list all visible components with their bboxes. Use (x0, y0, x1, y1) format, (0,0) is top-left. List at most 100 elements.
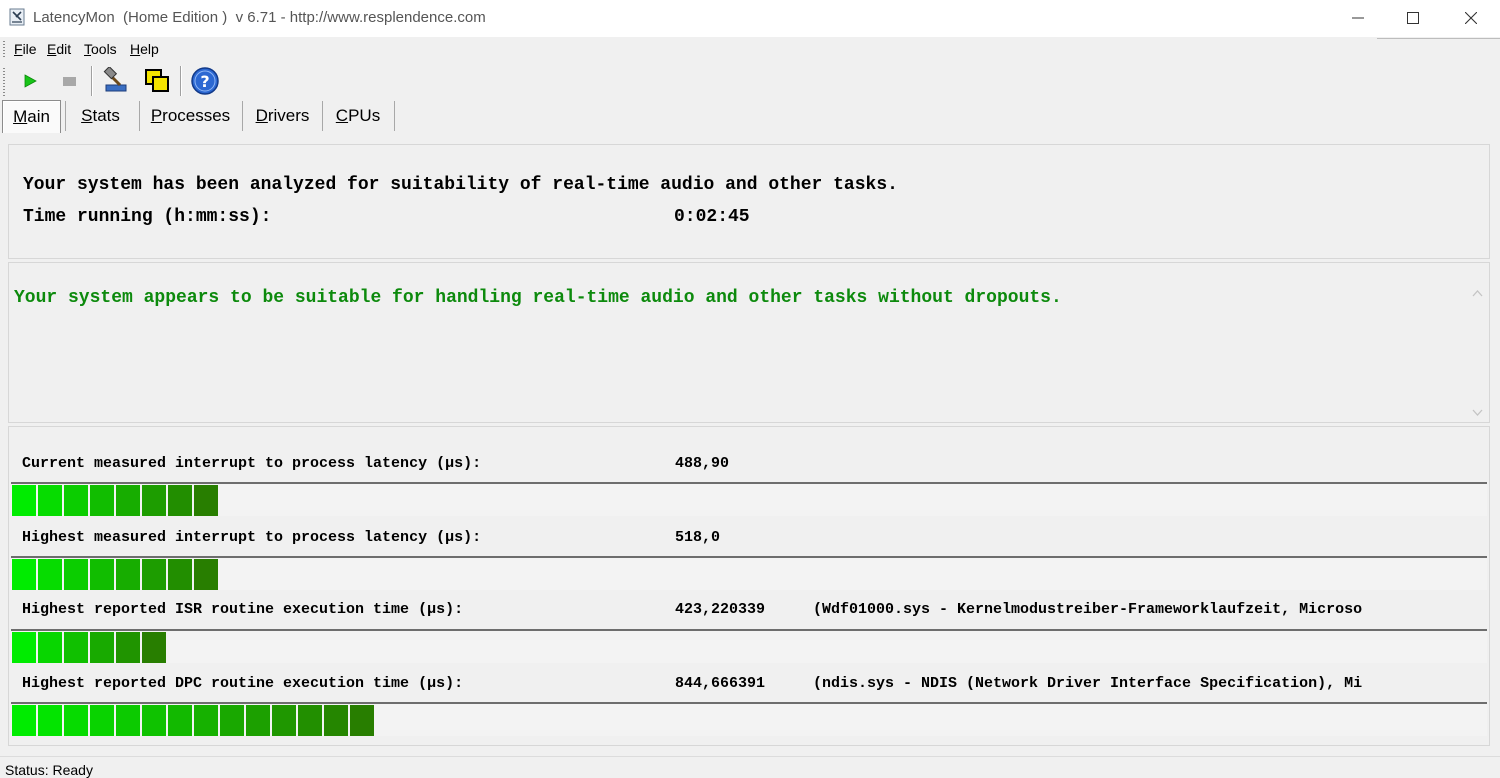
svg-text:?: ? (200, 72, 209, 91)
bar-segment (90, 559, 114, 590)
metric-bar-fill (12, 485, 220, 516)
bar-segment (194, 485, 218, 516)
metric-bar-fill (12, 705, 376, 736)
metric-bar (11, 482, 1487, 516)
verdict-text: Your system appears to be suitable for h… (14, 288, 1062, 308)
close-icon (1465, 12, 1477, 24)
time-running-label: Time running (h:mm:ss): (23, 207, 272, 227)
windows-icon (145, 69, 169, 92)
app-icon (9, 8, 25, 26)
tab-main[interactable]: Main (2, 100, 61, 133)
verdict-scrollbar[interactable] (1469, 285, 1486, 421)
tab-strip: Main Stats Processes Drivers CPUs (0, 98, 1500, 134)
bar-segment (324, 705, 348, 736)
window-title: LatencyMon (Home Edition ) v 6.71 - http… (33, 9, 486, 26)
bar-segment (194, 705, 218, 736)
bar-segment (142, 705, 166, 736)
bar-segment (116, 559, 140, 590)
tab-cpus[interactable]: CPUs (323, 101, 393, 131)
tab-label: Processes (150, 106, 231, 125)
metric-label: Current measured interrupt to process la… (22, 455, 482, 472)
bar-segment (168, 485, 192, 516)
bar-segment (64, 705, 88, 736)
bar-segment (116, 632, 140, 663)
metric-bar-fill (12, 559, 220, 590)
bar-segment (116, 705, 140, 736)
metric-value: 423,220339 (675, 601, 766, 618)
windows-button[interactable] (142, 66, 172, 96)
summary-panel: Your system has been analyzed for suitab… (8, 144, 1490, 259)
bar-segment (38, 632, 62, 663)
tab-stats[interactable]: Stats (66, 101, 135, 131)
bar-segment (38, 485, 62, 516)
toolbar: ? (0, 62, 1500, 100)
metric-value: 844,666391 (675, 675, 766, 692)
toolbar-separator (180, 66, 182, 96)
maximize-button[interactable] (1384, 0, 1442, 36)
play-icon (24, 74, 37, 88)
bar-segment (168, 559, 192, 590)
minimize-icon (1352, 17, 1364, 19)
bar-segment (64, 559, 88, 590)
menu-bar: File Edit Tools Help (0, 37, 1500, 62)
start-button[interactable] (15, 66, 45, 96)
bar-segment (142, 485, 166, 516)
maximize-icon (1407, 12, 1419, 24)
metric-value: 488,90 (675, 455, 730, 472)
status-bar: Status: Ready (0, 756, 1500, 778)
bar-segment (38, 559, 62, 590)
metric-value: 518,0 (675, 529, 721, 546)
bar-segment (142, 632, 166, 663)
bar-segment (90, 485, 114, 516)
bar-segment (246, 705, 270, 736)
bar-segment (272, 705, 296, 736)
bar-segment (90, 632, 114, 663)
bar-segment (298, 705, 322, 736)
summary-text: Your system has been analyzed for suitab… (23, 175, 898, 195)
minimize-button[interactable] (1329, 0, 1387, 36)
metric-label: Highest reported ISR routine execution t… (22, 601, 464, 618)
scroll-down-icon[interactable] (1469, 404, 1486, 421)
metric-bar (11, 702, 1487, 736)
scroll-up-icon[interactable] (1469, 285, 1486, 302)
bar-segment (12, 705, 36, 736)
tab-drivers[interactable]: Drivers (243, 101, 322, 131)
status-text: Status: Ready (5, 762, 93, 778)
bar-segment (116, 485, 140, 516)
menu-grip (3, 41, 5, 58)
tab-divider (394, 101, 395, 131)
bar-segment (350, 705, 374, 736)
toolbar-separator (91, 66, 93, 96)
metric-detail: (ndis.sys - NDIS (Network Driver Interfa… (813, 675, 1363, 692)
menu-help[interactable]: Help (130, 41, 159, 57)
toolbar-grip (3, 68, 5, 96)
tab-processes[interactable]: Processes (140, 101, 241, 131)
close-button[interactable] (1442, 0, 1500, 36)
metric-label: Highest reported DPC routine execution t… (22, 675, 464, 692)
tab-label: Stats (81, 106, 120, 125)
metric-label: Highest measured interrupt to process la… (22, 529, 482, 546)
bar-segment (220, 705, 244, 736)
bar-segment (12, 559, 36, 590)
bar-segment (142, 559, 166, 590)
menu-edit[interactable]: Edit (47, 41, 71, 57)
tab-label: Drivers (255, 106, 310, 125)
bar-segment (12, 632, 36, 663)
metric-bar-fill (12, 632, 168, 663)
bar-segment (64, 632, 88, 663)
menu-file[interactable]: File (14, 41, 37, 57)
help-icon: ? (191, 67, 219, 95)
time-running-value: 0:02:45 (674, 207, 750, 227)
tab-label: Main (13, 107, 50, 126)
menu-separator (1377, 38, 1500, 39)
tools-button[interactable] (101, 66, 131, 96)
help-button[interactable]: ? (190, 66, 220, 96)
stop-button[interactable] (54, 66, 84, 96)
tab-label: CPUs (335, 106, 381, 125)
hammer-icon (103, 67, 127, 92)
menu-tools[interactable]: Tools (84, 41, 117, 57)
bar-segment (12, 485, 36, 516)
title-bar: LatencyMon (Home Edition ) v 6.71 - http… (0, 0, 1500, 37)
metric-bar (11, 629, 1487, 663)
bar-segment (64, 485, 88, 516)
